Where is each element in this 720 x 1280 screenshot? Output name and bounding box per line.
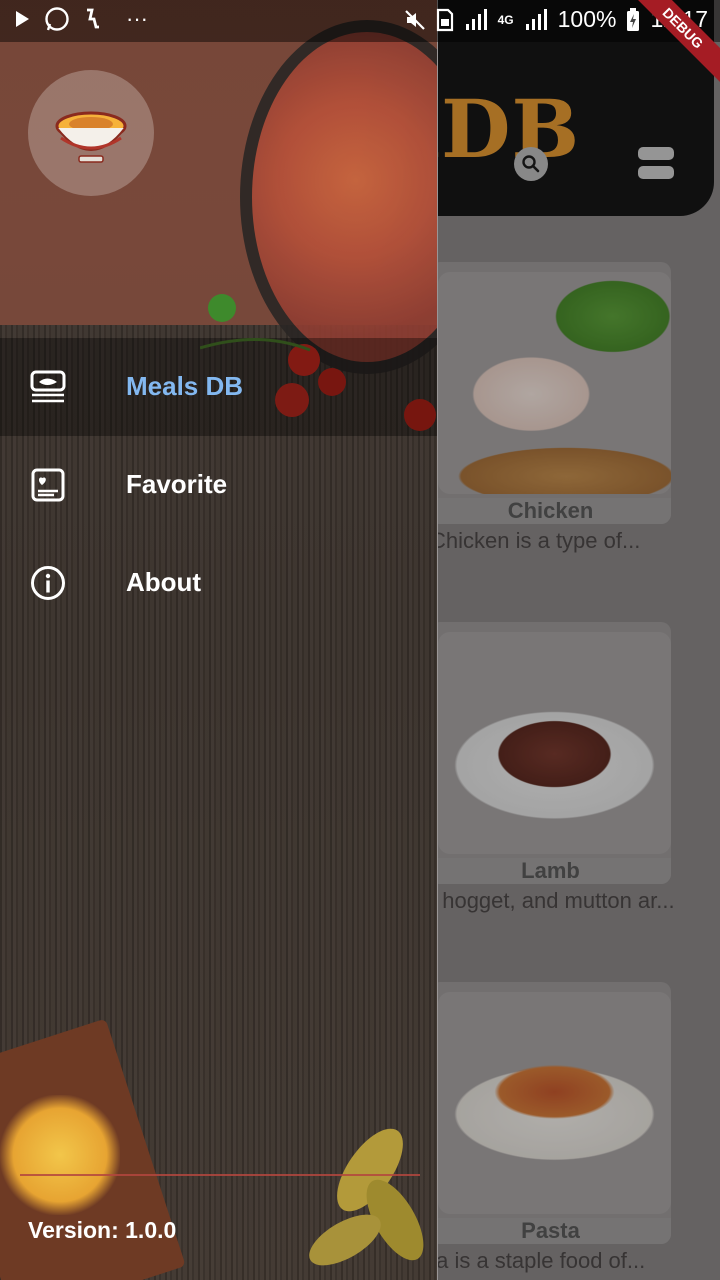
mute-icon [404,9,425,30]
drawer-item-label: Meals DB [126,371,244,401]
signal-icon [465,8,487,30]
grated-cheese-decoration [0,1095,120,1215]
app-version: Version: 1.0.0 [28,1217,177,1243]
play-icon [16,11,29,27]
status-bar: ··· 4G 100% 12:17 DEBUG [0,0,720,90]
drawer-item-label: About [126,567,202,597]
meals-icon [30,370,66,403]
drawer-item-label: Favorite [126,469,228,499]
drawer-item-favorite[interactable]: Favorite [0,436,437,534]
soup-bowl-icon [55,111,127,163]
sim-card-icon [436,8,453,31]
more-notifications-icon: ··· [126,6,148,31]
battery-percent: 100% [557,6,617,32]
favorite-card-icon [31,468,65,502]
whatsapp-icon [45,7,69,31]
hangouts-icon [87,8,99,29]
info-icon [31,566,65,600]
bay-leaves-decoration [309,1128,424,1266]
signal-icon [525,8,547,30]
battery-charging-icon [627,7,640,31]
drawer-item-meals-db[interactable]: Meals DB [0,338,437,436]
network-type: 4G [497,12,514,27]
drawer-item-about[interactable]: About [0,534,437,632]
drawer-divider [20,1174,420,1176]
drawer-header [0,0,437,374]
avatar [28,70,154,196]
navigation-drawer: Meals DB Favorite About Version: 1.0.0 [0,0,438,1280]
